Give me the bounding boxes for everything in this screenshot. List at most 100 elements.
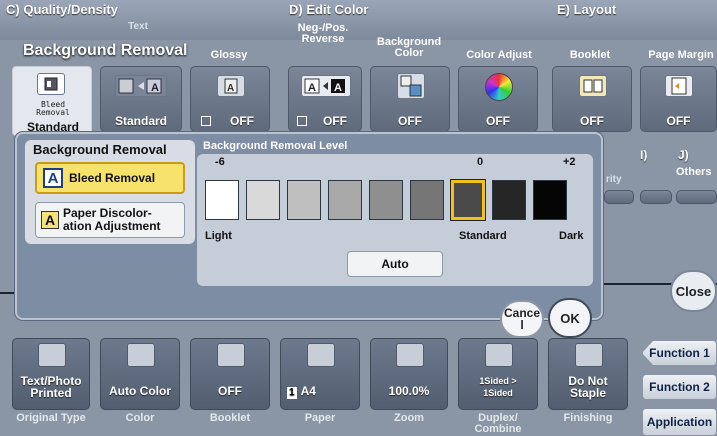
col-label-glossy: Glossy — [210, 49, 248, 61]
level-swatch[interactable] — [246, 180, 280, 220]
bottom-tile-label: Duplex/ Combine — [474, 412, 522, 435]
color-wheel-icon — [485, 73, 513, 101]
partial-tile-3[interactable] — [676, 190, 717, 204]
bottom-tile-value: Text/Photo Printed — [20, 374, 82, 400]
function-1-tab[interactable]: Function 1 — [642, 340, 717, 366]
bottom-tile-value: Do Not Staple — [568, 374, 608, 400]
bottom-tile-paper[interactable]: 1 A4 Paper — [280, 338, 360, 424]
section-i: I) — [640, 148, 648, 162]
bgcolor-tile[interactable]: OFF — [370, 66, 450, 132]
section-j: J) — [678, 148, 689, 162]
application-tab[interactable]: Application — [642, 408, 717, 436]
pagemargin-value: OFF — [666, 114, 691, 128]
col-label-booklet: Booklet — [569, 49, 611, 61]
level-panel: -6 0 +2 Light Standard Dark Auto — [197, 154, 593, 286]
col-label-coloradjust: Color Adjust — [466, 49, 532, 61]
bottom-tile-icon — [396, 343, 424, 367]
tick-zero: 0 — [477, 156, 484, 168]
bottom-tile-duplex-combine[interactable]: 1Sided > 1Sided Duplex/ Combine — [458, 338, 538, 435]
bottom-tile-label: Original Type — [16, 412, 86, 424]
bottom-tile-icon — [485, 343, 513, 367]
others-label: Others — [676, 166, 712, 178]
letter-a-icon: A — [43, 168, 63, 188]
removal-mode-title: Background Removal — [33, 142, 167, 157]
bottom-tile-original-type[interactable]: Text/Photo Printed Original Type — [12, 338, 90, 424]
level-swatch[interactable] — [328, 180, 362, 220]
pagemargin-tile[interactable]: OFF — [640, 66, 717, 132]
coloradjust-tile[interactable]: OFF — [458, 66, 538, 132]
bottom-tile-zoom[interactable]: 100.0% Zoom — [370, 338, 448, 424]
bottom-tile-icon — [38, 343, 66, 367]
paper-discoloration-button[interactable]: A Paper Discolor- ation Adjustment — [35, 202, 185, 238]
close-button[interactable]: Close — [670, 270, 717, 312]
bottom-tile-finishing[interactable]: Do Not Staple Finishing — [548, 338, 628, 424]
section-layout: E) Layout — [557, 2, 617, 17]
bottom-tile-color[interactable]: Auto Color Color — [100, 338, 180, 424]
col-label-bgcolor: Background Color — [376, 36, 442, 59]
svg-text:A: A — [151, 82, 159, 94]
section-quality-density: C) Quality/Density — [6, 2, 118, 17]
negpos-tile[interactable]: AA OFF — [288, 66, 362, 132]
level-title: Background Removal Level — [203, 140, 348, 152]
bottom-tile-label: Paper — [304, 412, 336, 424]
level-swatch[interactable] — [450, 179, 486, 221]
bottom-tile-label: Zoom — [394, 412, 424, 424]
tick-max: +2 — [563, 156, 576, 168]
negpos-icon: AA — [301, 75, 351, 97]
divider-line-left — [0, 292, 15, 294]
background-removal-dialog: Background Removal A Bleed Removal A Pap… — [15, 132, 603, 320]
bottom-tile-icon — [307, 343, 335, 367]
cancel-button[interactable]: Cance l — [500, 300, 544, 338]
level-swatch[interactable] — [205, 180, 239, 220]
booklet-icon — [579, 75, 607, 97]
negpos-value: OFF — [323, 114, 347, 128]
bleed-removal-icon-label: Bleed Removal — [36, 100, 70, 117]
background-removal-tile[interactable]: Bleed Removal Standard — [12, 66, 92, 136]
bottom-tile-icon — [575, 343, 603, 367]
text-density-icon: A — [115, 75, 167, 97]
tray-badge: 1 — [287, 387, 297, 399]
bleed-removal-label: Bleed Removal — [69, 171, 156, 185]
svg-text:A: A — [334, 82, 342, 94]
label-dark: Dark — [559, 230, 584, 242]
col-label-text: Text — [128, 21, 148, 32]
level-swatch[interactable] — [410, 180, 444, 220]
level-swatches — [205, 179, 585, 224]
svg-text:A: A — [308, 82, 316, 94]
level-swatch[interactable] — [287, 180, 321, 220]
text-tile[interactable]: A Standard — [100, 66, 182, 132]
bottom-tile-label: Color — [125, 412, 155, 424]
level-swatch[interactable] — [369, 180, 403, 220]
partial-tile-2[interactable] — [640, 190, 672, 204]
bottom-tile-value: 1Sided > 1Sided — [479, 376, 517, 398]
glossy-icon: A — [217, 75, 245, 97]
glossy-value: OFF — [230, 114, 254, 128]
function-2-tab[interactable]: Function 2 — [642, 374, 717, 400]
bottom-tile-value: 1 A4 — [287, 384, 316, 399]
auto-button[interactable]: Auto — [347, 251, 443, 277]
section-edit-color: D) Edit Color — [289, 2, 369, 17]
col-label-pagemargin: Page Margin — [648, 49, 714, 61]
glossy-tile[interactable]: A OFF — [190, 66, 270, 132]
level-swatch[interactable] — [492, 180, 526, 220]
bleed-removal-button[interactable]: A Bleed Removal — [35, 162, 185, 194]
coloradjust-value: OFF — [486, 114, 510, 128]
label-light: Light — [205, 230, 232, 242]
paper-discoloration-label: Paper Discolor- ation Adjustment — [63, 206, 161, 233]
removal-mode-panel: Background Removal A Bleed Removal A Pap… — [25, 140, 195, 244]
ok-button[interactable]: OK — [548, 298, 592, 338]
bottom-tile-booklet[interactable]: OFF Booklet — [190, 338, 270, 424]
bgcolor-icon — [397, 73, 425, 99]
document-icon — [37, 73, 65, 95]
svg-text:A: A — [227, 83, 234, 94]
text-tile-value: Standard — [114, 114, 167, 128]
level-swatch[interactable] — [533, 180, 567, 220]
booklet-tile[interactable]: OFF — [552, 66, 632, 132]
booklet-value: OFF — [580, 114, 604, 128]
bottom-tile-value: OFF — [218, 384, 242, 398]
partial-tile-1[interactable] — [604, 190, 634, 204]
tick-min: -6 — [215, 156, 225, 168]
bottom-tile-icon — [217, 343, 245, 367]
bottom-tile-label: Finishing — [563, 412, 613, 424]
security-fragment: rity — [606, 174, 622, 185]
